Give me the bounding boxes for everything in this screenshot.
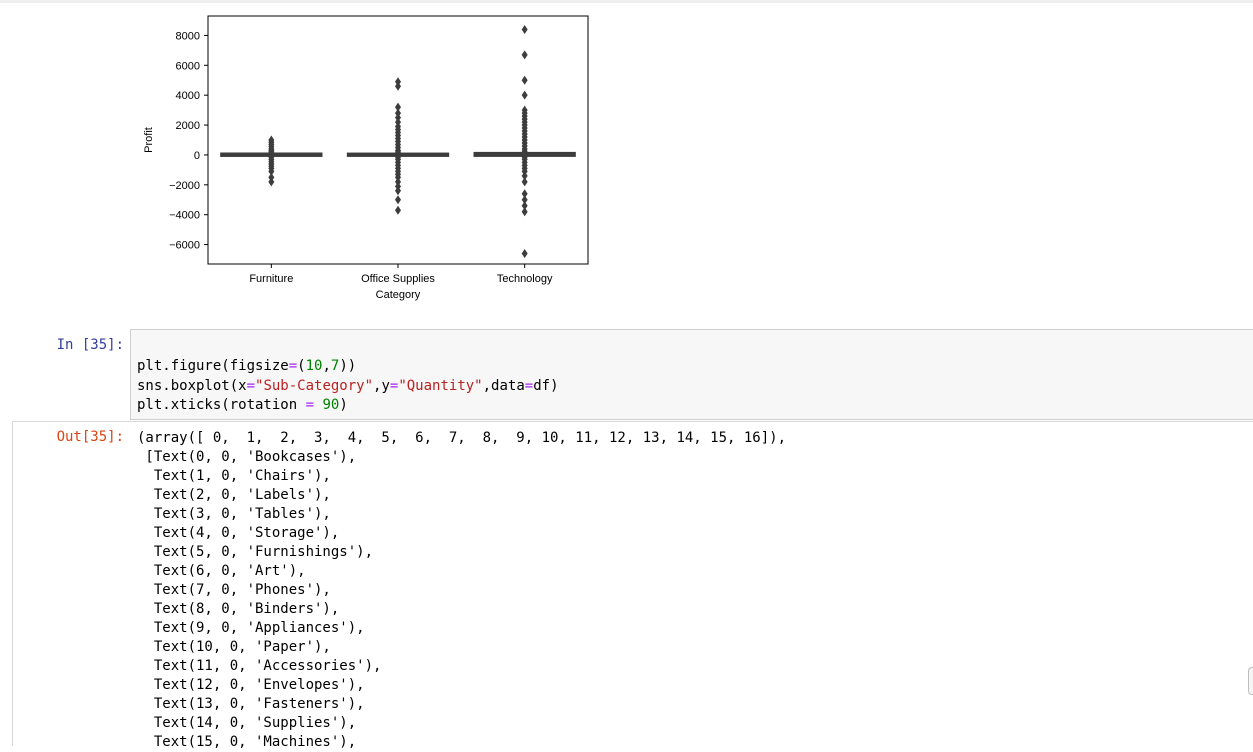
output-line: Text(12, 0, 'Envelopes'),: [137, 677, 365, 693]
x-tick-label: Technology: [497, 273, 553, 285]
y-tick-label: 6000: [176, 60, 200, 72]
output-line: Text(5, 0, 'Furnishings'),: [137, 544, 374, 560]
output-line: Text(2, 0, 'Labels'),: [137, 487, 331, 503]
y-tick-label: 0: [194, 150, 200, 162]
output-line: Text(13, 0, 'Fasteners'),: [137, 696, 365, 712]
code-line: plt.figure(figsize=(10,7)): [137, 358, 356, 374]
x-tick-label: Office Supplies: [361, 273, 435, 285]
input-prompt: In [35]:: [56, 337, 124, 353]
output-line: Text(15, 0, 'Machines'),: [137, 734, 357, 750]
output-line: Text(8, 0, 'Binders'),: [137, 601, 340, 617]
code-token: ,: [322, 358, 331, 374]
code-token: ,data: [482, 377, 525, 394]
code-token: ): [339, 397, 348, 413]
code-line: sns.boxplot(x="Sub-Category",y="Quantity…: [137, 378, 559, 394]
output-line: (array([ 0, 1, 2, 3, 4, 5, 6, 7, 8, 9, 1…: [137, 430, 787, 446]
x-tick-label: Furniture: [249, 273, 293, 285]
code-editor[interactable]: plt.figure(figsize=(10,7)) sns.boxplot(x…: [137, 357, 559, 416]
output-line: [Text(0, 0, 'Bookcases'),: [137, 449, 357, 465]
code-token: 10: [305, 358, 323, 374]
x-axis-label: Category: [376, 289, 421, 301]
code-token: ,y: [373, 377, 390, 394]
output-line: Text(1, 0, 'Chairs'),: [137, 468, 331, 484]
output-prompt: Out[35]:: [56, 429, 124, 445]
code-token: (: [297, 358, 306, 374]
output-line: Text(4, 0, 'Storage'),: [137, 525, 340, 541]
y-tick-label: 4000: [176, 90, 200, 102]
profit-by-category-boxplot: 8000 6000 4000 2000 0 −2000 −4000 −6000 Profit Fu…: [143, 15, 589, 301]
output-line: Text(14, 0, 'Supplies'),: [137, 715, 357, 731]
output-line: Text(10, 0, 'Paper'),: [137, 639, 331, 655]
code-token: sns.boxplot(x: [137, 377, 247, 394]
code-token: =: [305, 397, 315, 413]
notebook-top-border: [0, 0, 1253, 3]
output-scroll-handle[interactable]: [1248, 667, 1253, 695]
output-line: Text(11, 0, 'Accessories'),: [137, 658, 382, 674]
code-token: =: [246, 377, 256, 394]
output-text: (array([ 0, 1, 2, 3, 4, 5, 6, 7, 8, 9, 1…: [137, 429, 786, 752]
code-token: )): [339, 358, 357, 374]
y-tick-label: 2000: [176, 120, 200, 132]
code-token: =: [524, 377, 534, 394]
code-input-cell[interactable]: plt.figure(figsize=(10,7)) sns.boxplot(x…: [130, 329, 1253, 420]
y-tick-label: −6000: [169, 240, 200, 252]
code-line: plt.xticks(rotation = 90): [137, 397, 348, 413]
y-tick-label: −2000: [169, 180, 200, 192]
code-token: 90: [322, 397, 340, 413]
code-token: "Quantity": [398, 377, 483, 394]
output-line: Text(6, 0, 'Art'),: [137, 563, 306, 579]
code-token: df): [533, 377, 559, 394]
code-token: plt.figure(figsize: [137, 358, 289, 374]
y-axis-label: Profit: [143, 127, 155, 153]
output-line: Text(3, 0, 'Tables'),: [137, 506, 331, 522]
y-tick-label: −4000: [169, 210, 200, 222]
code-token: =: [288, 358, 298, 374]
code-token: "Sub-Category": [255, 377, 374, 394]
output-line: Text(9, 0, 'Appliances'),: [137, 620, 365, 636]
output-line: Text(7, 0, 'Phones'),: [137, 582, 331, 598]
y-tick-label: 8000: [176, 30, 200, 42]
code-token: plt.xticks(rotation: [137, 397, 306, 413]
